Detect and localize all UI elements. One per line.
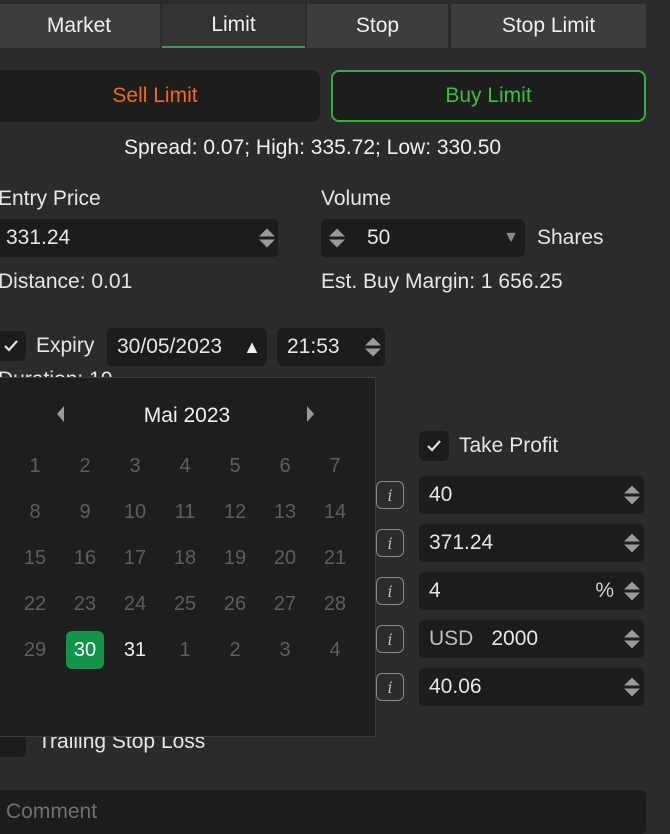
- calendar-day[interactable]: 19: [216, 539, 254, 577]
- calendar-day[interactable]: 22: [16, 585, 54, 623]
- calendar-day[interactable]: 4: [316, 631, 354, 669]
- calendar-day[interactable]: 3: [116, 447, 154, 485]
- take-profit-amount-input[interactable]: USD 2000: [419, 620, 644, 658]
- expiry-date-input[interactable]: 30/05/2023 ▲: [107, 328, 267, 366]
- calendar-day[interactable]: 18: [166, 539, 204, 577]
- entry-price-input[interactable]: 331.24: [0, 219, 278, 257]
- tab-stop[interactable]: Stop: [307, 4, 448, 48]
- calendar-day[interactable]: 27: [266, 585, 304, 623]
- take-profit-amount-stepper[interactable]: [624, 629, 640, 649]
- calendar-day[interactable]: 1: [166, 631, 204, 669]
- tab-market[interactable]: Market: [0, 4, 160, 48]
- info-icon[interactable]: i: [376, 625, 404, 653]
- volume-input[interactable]: 50 ▼: [321, 219, 525, 257]
- check-icon: [4, 340, 18, 352]
- expiry-checkbox[interactable]: [0, 331, 26, 361]
- info-icon[interactable]: i: [376, 577, 404, 605]
- expiry-date-value: 30/05/2023: [117, 335, 223, 358]
- volume-label: Volume: [321, 187, 392, 210]
- take-profit-checkbox[interactable]: [419, 431, 449, 461]
- calendar-day[interactable]: 20: [266, 539, 304, 577]
- buy-limit-button[interactable]: Buy Limit: [331, 70, 646, 122]
- calendar-day[interactable]: 10: [116, 493, 154, 531]
- calendar-day[interactable]: 12: [216, 493, 254, 531]
- take-profit-percent-stepper[interactable]: [624, 581, 640, 601]
- take-profit-last-value: 40.06: [429, 675, 482, 698]
- expiry-time-input[interactable]: 21:53: [277, 328, 385, 366]
- expiry-time-stepper[interactable]: [365, 337, 381, 357]
- info-icon[interactable]: i: [376, 481, 404, 509]
- calendar-month-title: Mai 2023: [143, 404, 231, 427]
- take-profit-price-stepper[interactable]: [624, 533, 640, 553]
- info-icon[interactable]: i: [376, 529, 404, 557]
- calendar-day[interactable]: 8: [16, 493, 54, 531]
- calendar-day[interactable]: 21: [316, 539, 354, 577]
- date-picker-popup: Mai 2023 1 2 3 4 5 6 7 8 9 10 11 12 13 14 15 16 17 18 19 20…: [0, 377, 376, 737]
- check-icon: [427, 440, 441, 452]
- take-profit-price-value: 371.24: [429, 531, 494, 554]
- tab-limit[interactable]: Limit: [162, 4, 305, 48]
- calendar-day[interactable]: 14: [316, 493, 354, 531]
- calendar-day[interactable]: 16: [66, 539, 104, 577]
- tab-stop-limit[interactable]: Stop Limit: [451, 4, 646, 48]
- next-month-icon[interactable]: [307, 406, 314, 422]
- expiry-label: Expiry: [36, 334, 95, 357]
- calendar-day[interactable]: 24: [116, 585, 154, 623]
- calendar-day[interactable]: 23: [66, 585, 104, 623]
- date-picker-toggle-icon[interactable]: ▲: [243, 337, 261, 358]
- calendar-day[interactable]: 17: [116, 539, 154, 577]
- take-profit-pips-stepper[interactable]: [624, 485, 640, 505]
- expiry-time-value: 21:53: [287, 335, 340, 358]
- calendar-day[interactable]: 31: [116, 631, 154, 669]
- calendar-day[interactable]: 30: [66, 631, 104, 669]
- volume-unit: Shares: [537, 226, 604, 249]
- calendar-day[interactable]: 26: [216, 585, 254, 623]
- take-profit-percent-value: 4: [429, 579, 441, 602]
- take-profit-pips-input[interactable]: 40: [419, 476, 644, 514]
- take-profit-amount-value: 2000: [491, 627, 539, 650]
- entry-price-value: 331.24: [6, 226, 71, 249]
- calendar-day[interactable]: 5: [216, 447, 254, 485]
- calendar-day[interactable]: 9: [66, 493, 104, 531]
- take-profit-last-input[interactable]: 40.06: [419, 668, 644, 706]
- calendar-day[interactable]: 25: [166, 585, 204, 623]
- volume-value: 50: [367, 226, 391, 249]
- calendar-day[interactable]: 1: [16, 447, 54, 485]
- take-profit-pips-value: 40: [429, 483, 453, 506]
- calendar-day[interactable]: 29: [16, 631, 54, 669]
- calendar-day[interactable]: 7: [316, 447, 354, 485]
- sell-limit-button[interactable]: Sell Limit: [0, 70, 320, 122]
- calendar-day[interactable]: 6: [266, 447, 304, 485]
- info-icon[interactable]: i: [376, 673, 404, 701]
- take-profit-percent-input[interactable]: 4 %: [419, 572, 644, 610]
- take-profit-last-stepper[interactable]: [624, 677, 640, 697]
- entry-price-stepper[interactable]: [259, 228, 275, 248]
- calendar-day[interactable]: 2: [216, 631, 254, 669]
- buy-margin-text: Est. Buy Margin: 1 656.25: [321, 270, 563, 293]
- calendar-day[interactable]: 15: [16, 539, 54, 577]
- volume-stepper[interactable]: [329, 228, 345, 248]
- calendar-day[interactable]: 2: [66, 447, 104, 485]
- take-profit-label: Take Profit: [459, 434, 559, 457]
- comment-placeholder: Comment: [6, 800, 98, 823]
- calendar-day[interactable]: 3: [266, 631, 304, 669]
- spread-info: Spread: 0.07; High: 335.72; Low: 330.50: [124, 136, 502, 159]
- calendar-day[interactable]: 28: [316, 585, 354, 623]
- comment-input[interactable]: Comment: [0, 790, 646, 834]
- calendar-day[interactable]: 11: [166, 493, 204, 531]
- entry-price-label: Entry Price: [0, 187, 101, 210]
- take-profit-price-input[interactable]: 371.24: [419, 524, 644, 562]
- calendar-day[interactable]: 13: [266, 493, 304, 531]
- calendar-day[interactable]: 4: [166, 447, 204, 485]
- volume-dropdown-icon[interactable]: ▼: [503, 229, 519, 247]
- distance-text: Distance: 0.01: [0, 270, 133, 293]
- currency-prefix: USD: [429, 627, 474, 650]
- percent-suffix: %: [595, 579, 614, 602]
